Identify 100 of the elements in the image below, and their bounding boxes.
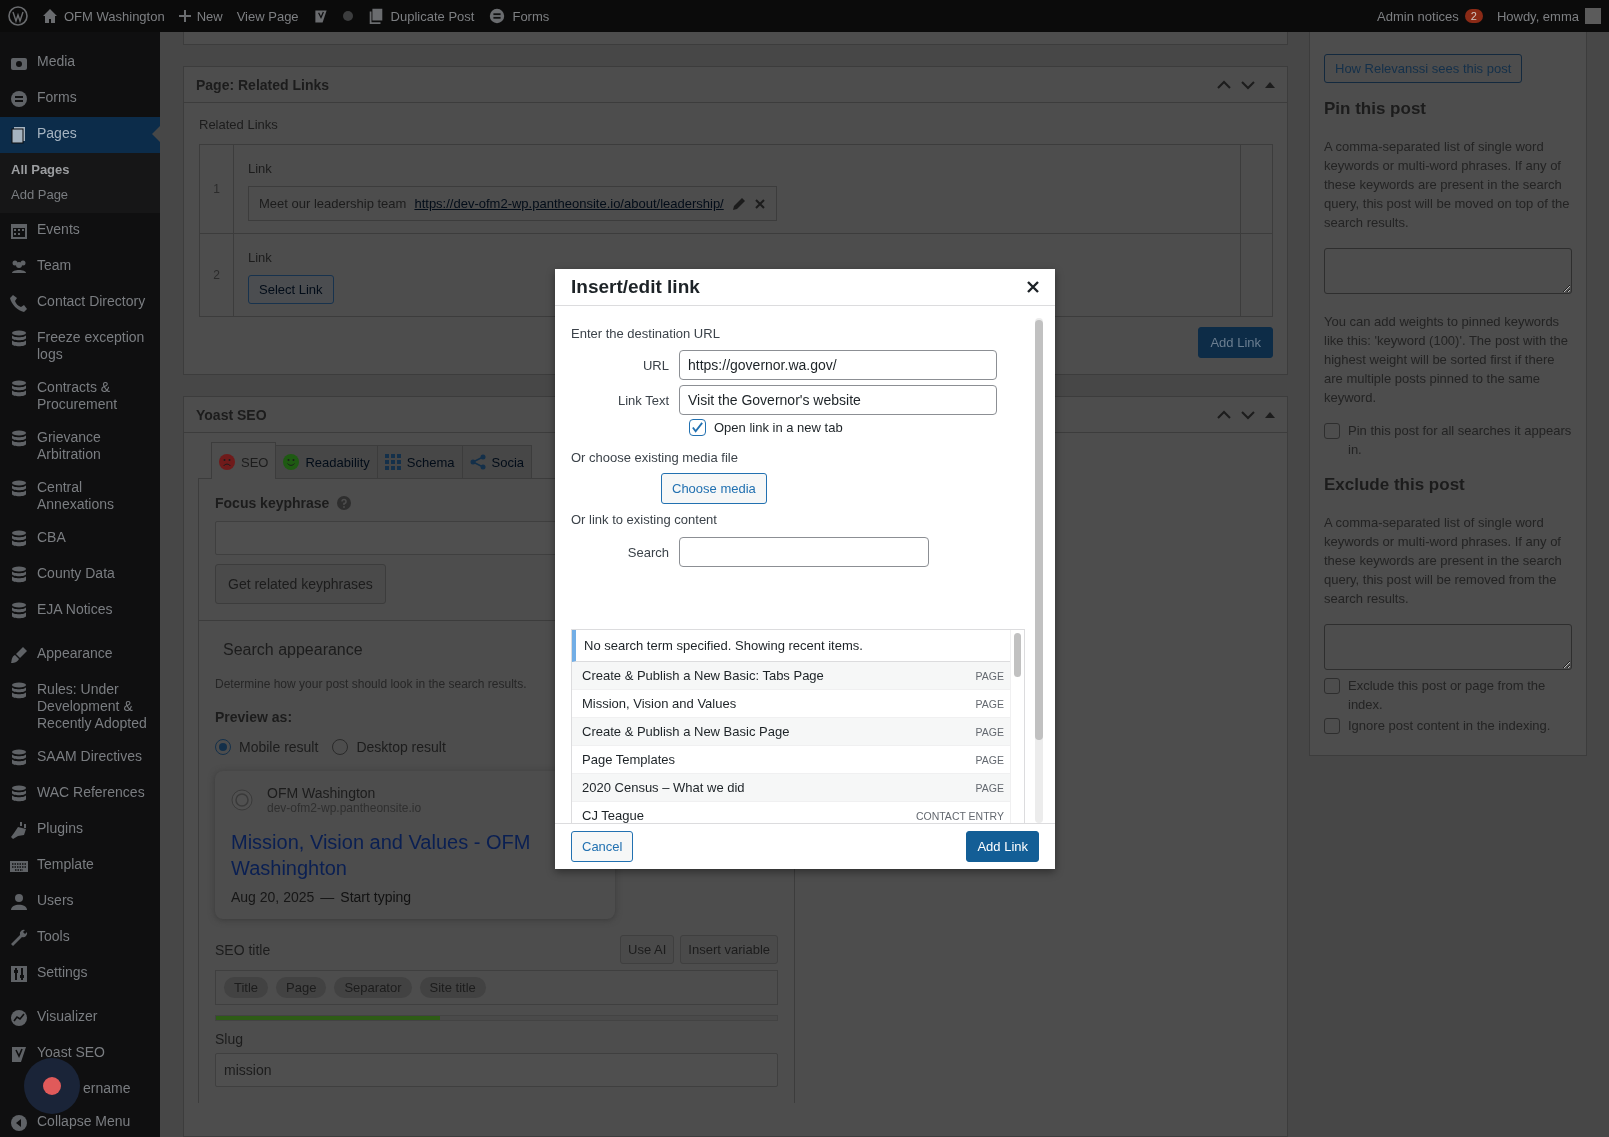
checkbox[interactable] [1324, 423, 1340, 439]
section-heading: Or link to existing content [571, 512, 718, 527]
result-item[interactable]: Create & Publish a New Basic: Tabs Page PAGE [572, 662, 1010, 690]
checkbox[interactable] [1324, 678, 1340, 694]
search-field[interactable] [679, 537, 929, 567]
move-up-icon[interactable] [1217, 409, 1231, 420]
sidebar-item[interactable]: Visualizer [0, 1000, 160, 1036]
database-icon [9, 329, 29, 349]
result-item[interactable]: 2020 Census – What we did PAGE [572, 774, 1010, 802]
move-up-icon[interactable] [1217, 79, 1231, 90]
choose-media-button[interactable]: Choose media [661, 473, 767, 504]
preview-description: Start typing [340, 889, 412, 905]
home-icon [42, 8, 58, 24]
collapse-toggle-icon[interactable] [1265, 410, 1275, 419]
sidebar-item[interactable]: Collapse Menu [0, 1105, 160, 1137]
notice-count-badge: 2 [1464, 9, 1483, 23]
sidebar-item[interactable]: County Data [0, 557, 160, 593]
url-input[interactable]: https://governor.wa.gov/ [679, 350, 997, 380]
grid-icon [384, 454, 401, 470]
result-title: Page Templates [582, 752, 675, 767]
sidebar-item[interactable]: Tools [0, 920, 160, 956]
close-button[interactable] [1027, 281, 1039, 293]
new-menu[interactable]: New [178, 8, 223, 24]
sidebar-item[interactable]: Contracts & Procurement [0, 371, 160, 421]
database-icon [9, 479, 29, 499]
pin-keywords-field[interactable] [1324, 248, 1572, 294]
result-item[interactable]: CJ Teague CONTACT ENTRY [572, 802, 1010, 823]
add-link-button[interactable]: Add Link [1198, 327, 1273, 358]
phone-icon [9, 293, 29, 313]
link-text-input[interactable]: Visit the Governor's website [679, 385, 997, 415]
move-down-icon[interactable] [1241, 79, 1255, 90]
scrollbar-thumb[interactable] [1035, 320, 1043, 740]
field-label: Link Text [616, 392, 670, 408]
sidebar-item[interactable]: Forms [0, 81, 160, 117]
result-title: CJ Teague [582, 808, 644, 823]
result-title: Create & Publish a New Basic Page [582, 724, 790, 739]
sidebar-item[interactable]: WAC References [0, 776, 160, 812]
wordpress-logo-icon[interactable] [8, 6, 28, 26]
preview-title: Mission, Vision and Values - OFM Washinghton [231, 830, 532, 881]
sidebar-item[interactable]: Freeze exception logs [0, 321, 160, 371]
exclude-keywords-field[interactable] [1324, 624, 1572, 670]
sidebar-item[interactable]: Template [0, 848, 160, 884]
result-type: PAGE [975, 725, 1004, 739]
brush-icon [9, 645, 29, 665]
sidebar-item[interactable]: Appearance [0, 637, 160, 673]
database-icon [9, 601, 29, 621]
result-title: Create & Publish a New Basic: Tabs Page [582, 668, 824, 683]
section-heading: Or choose existing media file [571, 450, 739, 465]
site-name-link[interactable]: OFM Washington [42, 8, 165, 24]
sidebar-item[interactable]: CBA [0, 521, 160, 557]
admin-notices-menu[interactable]: Admin notices 2 [1377, 8, 1483, 24]
sidebar-item[interactable]: EJA Notices [0, 593, 160, 629]
field-label: URL [642, 357, 670, 373]
yoast-icon [9, 1044, 29, 1064]
pencil-icon[interactable] [731, 196, 746, 211]
database-icon [9, 784, 29, 804]
sidebar-item[interactable]: Pages [0, 117, 160, 153]
database-icon [9, 748, 29, 768]
result-type: PAGE [975, 753, 1004, 767]
result-type: PAGE [975, 781, 1004, 795]
avatar-icon [1585, 8, 1601, 24]
wrench-icon [9, 928, 29, 948]
scrollbar-thumb[interactable] [1014, 633, 1021, 677]
close-icon[interactable] [753, 197, 766, 210]
checkbox[interactable] [1324, 718, 1340, 734]
database-icon [9, 379, 29, 399]
sidebar-item[interactable]: Yoast SEO [0, 1036, 160, 1072]
forms-menu[interactable]: Forms [488, 7, 550, 25]
duplicate-post-menu[interactable]: Duplicate Post [366, 7, 475, 25]
sidebar-item[interactable]: SAAM Directives [0, 740, 160, 776]
add-link-button[interactable]: Add Link [966, 831, 1039, 862]
sidebar-item[interactable]: Grievance Arbitration [0, 421, 160, 471]
result-item[interactable]: Create & Publish a New Basic Page PAGE [572, 718, 1010, 746]
collapse-toggle-icon[interactable] [1265, 80, 1275, 89]
sidebar-item[interactable]: Settings [0, 956, 160, 992]
move-down-icon[interactable] [1241, 409, 1255, 420]
user-menu[interactable]: Howdy, emma [1496, 8, 1601, 24]
sidebar-item[interactable]: Media [0, 45, 160, 81]
sidebar-item[interactable]: Central Annexations [0, 471, 160, 521]
result-title: 2020 Census – What we did [582, 780, 745, 795]
sidebar-item[interactable]: Rules: Under Development & Recently Adopted [0, 673, 160, 740]
sidebar-item[interactable]: Team [0, 249, 160, 285]
checkbox[interactable] [689, 419, 706, 436]
result-type: CONTACT ENTRY [915, 809, 1004, 823]
sidebar-item[interactable]: Users [0, 884, 160, 920]
form-icon [9, 89, 29, 109]
sad-face-icon [219, 454, 235, 470]
help-icon[interactable] [337, 496, 352, 510]
preview-separator: — [320, 889, 335, 905]
result-title: Mission, Vision and Values [582, 696, 737, 711]
view-page-link[interactable]: View Page [236, 8, 299, 24]
result-type: PAGE [975, 697, 1004, 711]
cancel-button[interactable]: Cancel [571, 831, 634, 862]
sidebar-item[interactable]: ername [0, 1072, 160, 1105]
sidebar-item[interactable]: Plugins [0, 812, 160, 848]
submenu-item[interactable]: All Pages [0, 157, 160, 182]
submenu-item[interactable]: Add Page [0, 182, 160, 207]
sidebar-item[interactable]: Events [0, 213, 160, 249]
sidebar-item[interactable]: Contact Directory [0, 285, 160, 321]
yoast-icon[interactable] [312, 7, 329, 25]
